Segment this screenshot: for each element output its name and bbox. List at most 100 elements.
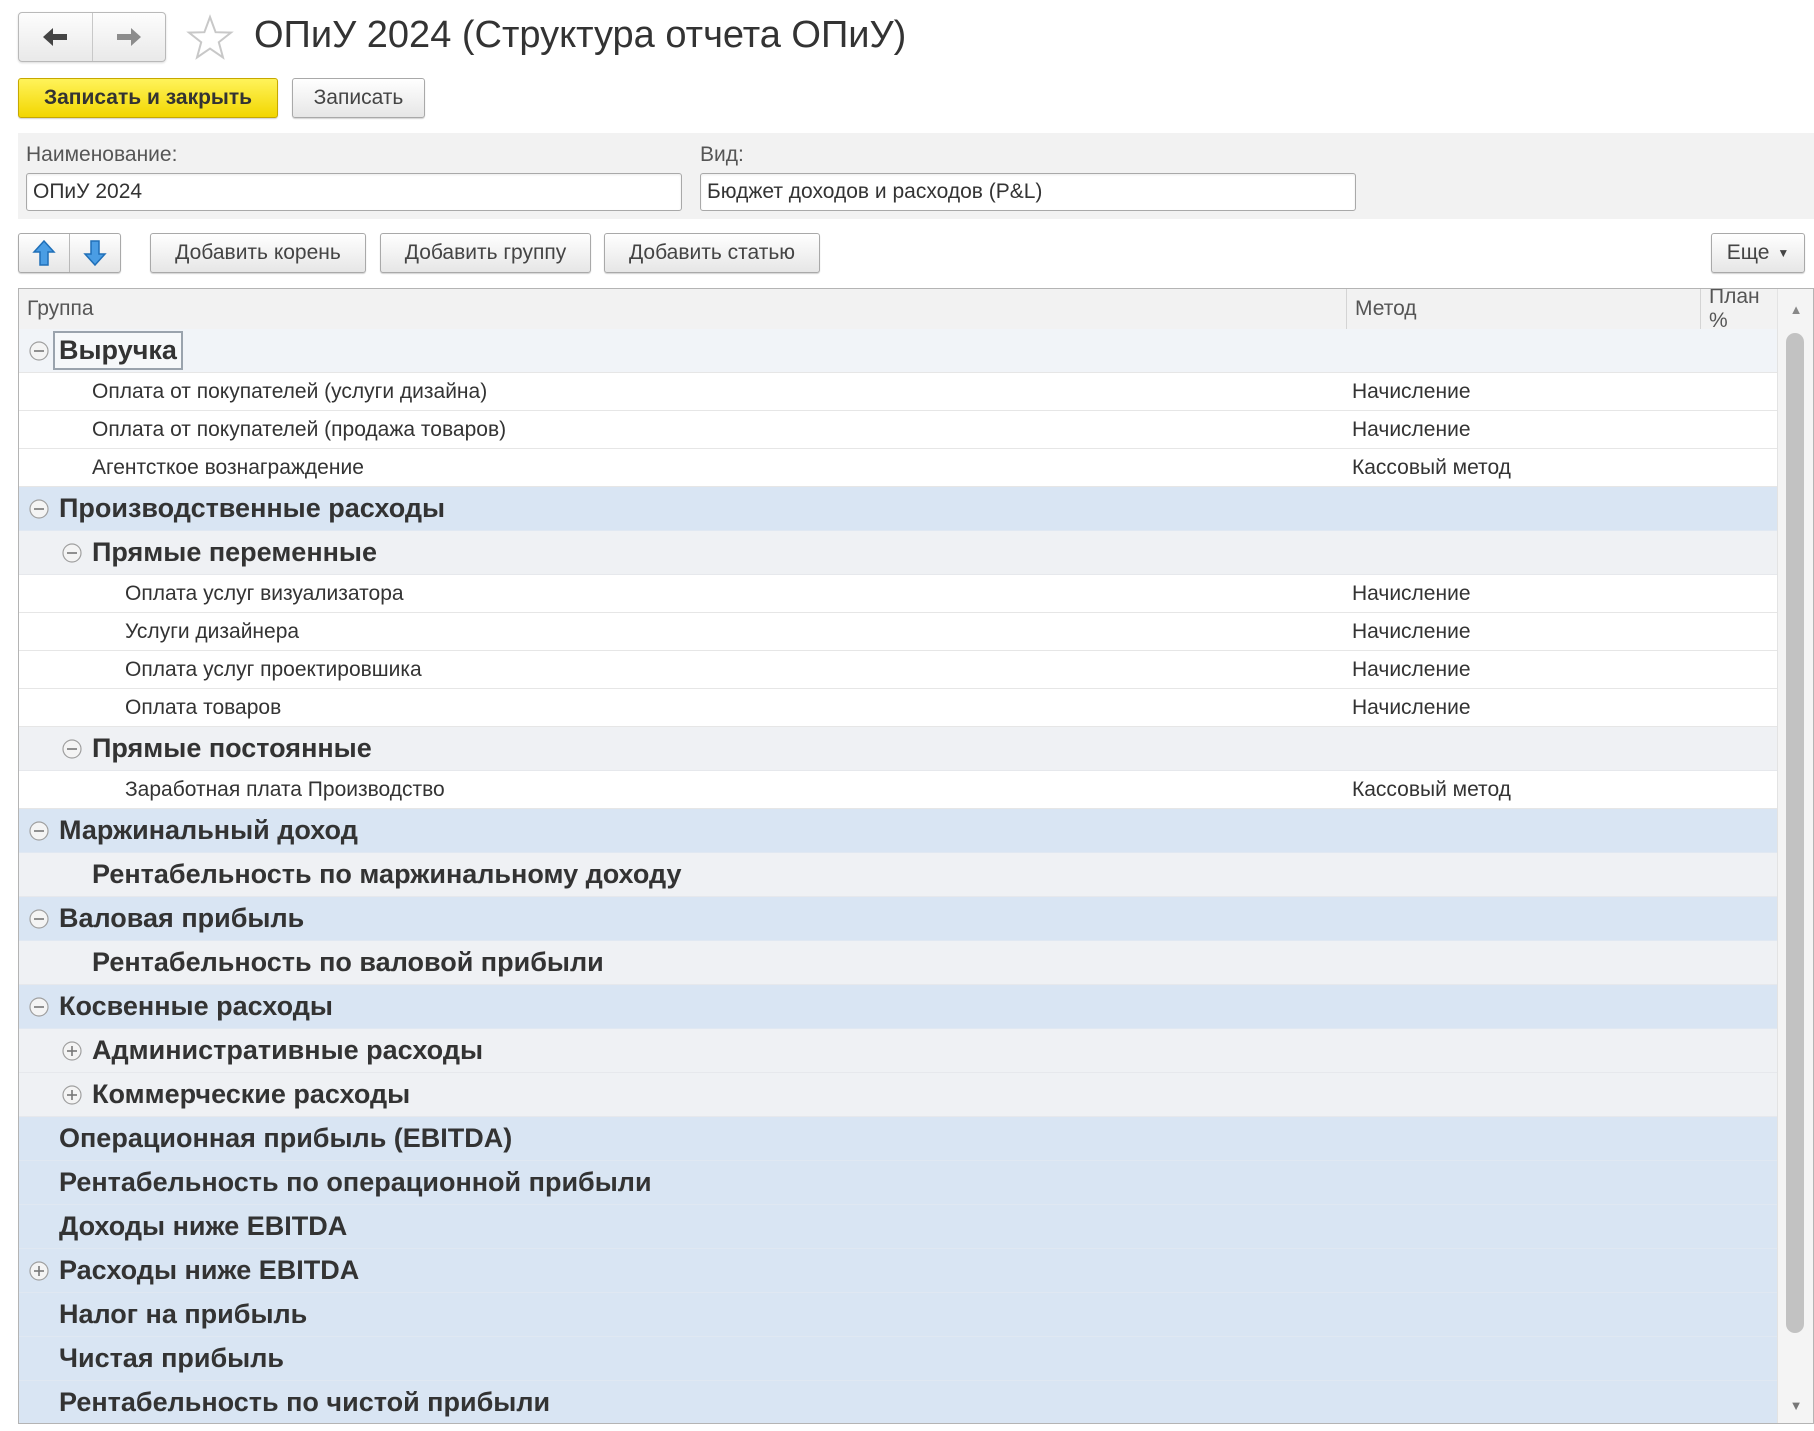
row-name-text: Коммерческие расходы bbox=[92, 1079, 411, 1109]
row-name-text: Оплата услуг проектировшика bbox=[125, 657, 422, 681]
table-group-row[interactable]: Операционная прибыль (EBITDA) bbox=[19, 1117, 1777, 1161]
add-group-button[interactable]: Добавить группу bbox=[380, 233, 591, 273]
collapse-icon[interactable] bbox=[28, 820, 50, 842]
row-name: Прямые постоянные bbox=[92, 727, 372, 770]
table-group-row[interactable]: Коммерческие расходы bbox=[19, 1073, 1777, 1117]
save-button[interactable]: Записать bbox=[292, 78, 425, 118]
collapse-icon[interactable] bbox=[28, 340, 50, 362]
table-group-row[interactable]: Прямые постоянные bbox=[19, 727, 1777, 771]
vertical-scrollbar[interactable]: ▲ ▼ bbox=[1777, 289, 1813, 1423]
row-name: Оплата товаров bbox=[125, 689, 281, 726]
more-menu-button[interactable]: Еще ▼ bbox=[1711, 233, 1805, 273]
collapse-icon[interactable] bbox=[61, 542, 83, 564]
kind-field[interactable]: Бюджет доходов и расходов (P&L) bbox=[700, 173, 1356, 211]
table-group-row[interactable]: Налог на прибыль bbox=[19, 1293, 1777, 1337]
chevron-down-icon: ▼ bbox=[1777, 246, 1790, 260]
table-group-row[interactable]: Рентабельность по операционной прибыли bbox=[19, 1161, 1777, 1205]
header-fields-panel: Наименование: ОПиУ 2024 Вид: Бюджет дохо… bbox=[18, 133, 1814, 219]
column-header-plan[interactable]: План % bbox=[1700, 289, 1777, 332]
move-up-button[interactable] bbox=[19, 234, 69, 272]
row-method: Начисление bbox=[1352, 379, 1471, 403]
collapse-icon[interactable] bbox=[28, 498, 50, 520]
column-header-group[interactable]: Группа bbox=[19, 289, 1346, 329]
table-group-row[interactable]: Производственные расходы bbox=[19, 487, 1777, 531]
row-name-text: Заработная плата Производство bbox=[125, 777, 445, 801]
scroll-down-icon[interactable]: ▼ bbox=[1778, 1395, 1813, 1415]
row-name-text: Оплата услуг визуализатора bbox=[125, 581, 404, 605]
expand-icon[interactable] bbox=[61, 1084, 83, 1106]
table-group-row[interactable]: Административные расходы bbox=[19, 1029, 1777, 1073]
collapse-icon[interactable] bbox=[28, 996, 50, 1018]
table-row[interactable]: Заработная плата Производство Кассовый ме… bbox=[19, 771, 1777, 809]
row-name: Операционная прибыль (EBITDA) bbox=[59, 1117, 512, 1160]
row-method: Начисление bbox=[1352, 619, 1471, 643]
row-name: Оплата от покупателей (продажа товаров) bbox=[92, 411, 506, 448]
table-group-row[interactable]: Рентабельность по валовой прибыли bbox=[19, 941, 1777, 985]
table-group-row[interactable]: Валовая прибыль bbox=[19, 897, 1777, 941]
row-name: Налог на прибыль bbox=[59, 1293, 307, 1336]
row-method: Начисление bbox=[1352, 695, 1471, 719]
table-row[interactable]: Оплата от покупателей (продажа товаров) Н… bbox=[19, 411, 1777, 449]
row-method: Начисление bbox=[1352, 657, 1471, 681]
move-down-button[interactable] bbox=[69, 234, 120, 272]
row-name: Прямые переменные bbox=[92, 531, 377, 574]
table-group-row[interactable]: Прямые переменные bbox=[19, 531, 1777, 575]
expand-icon[interactable] bbox=[28, 1260, 50, 1282]
table-row[interactable]: Услуги дизайнера Начисление bbox=[19, 613, 1777, 651]
row-name-text: Расходы ниже EBITDA bbox=[59, 1255, 360, 1285]
row-name-text: Валовая прибыль bbox=[59, 903, 305, 933]
row-name: Рентабельность по маржинальному доходу bbox=[92, 853, 682, 896]
row-name-text: Рентабельность по чистой прибыли bbox=[59, 1387, 551, 1417]
row-name: Валовая прибыль bbox=[59, 897, 304, 940]
structure-table: Группа Метод План % Выручка Оплата от пок… bbox=[18, 288, 1814, 1424]
collapse-icon[interactable] bbox=[61, 738, 83, 760]
row-method: Начисление bbox=[1352, 581, 1471, 605]
row-name-text: Рентабельность по маржинальному доходу bbox=[92, 859, 682, 889]
table-row[interactable]: Оплата товаров Начисление bbox=[19, 689, 1777, 727]
table-group-row[interactable]: Чистая прибыль bbox=[19, 1337, 1777, 1381]
row-name: Оплата услуг проектировшика bbox=[125, 651, 422, 688]
more-label: Еще bbox=[1726, 241, 1770, 264]
expand-icon[interactable] bbox=[61, 1040, 83, 1062]
row-name: Заработная плата Производство bbox=[125, 771, 445, 808]
page-title: ОПиУ 2024 (Структура отчета ОПиУ) bbox=[254, 14, 907, 56]
row-name: Производственные расходы bbox=[59, 487, 445, 530]
scroll-thumb[interactable] bbox=[1786, 333, 1804, 1333]
table-group-row[interactable]: Рентабельность по маржинальному доходу bbox=[19, 853, 1777, 897]
row-name: Коммерческие расходы bbox=[92, 1073, 410, 1116]
name-field[interactable]: ОПиУ 2024 bbox=[26, 173, 682, 211]
table-row[interactable]: Оплата услуг визуализатора Начисление bbox=[19, 575, 1777, 613]
row-name: Косвенные расходы bbox=[59, 985, 333, 1028]
row-name: Выручка bbox=[53, 329, 183, 372]
row-name-text: Налог на прибыль bbox=[59, 1299, 308, 1329]
row-name-text: Административные расходы bbox=[92, 1035, 484, 1065]
table-row[interactable]: Оплата от покупателей (услуги дизайна) На… bbox=[19, 373, 1777, 411]
save-and-close-button[interactable]: Записать и закрыть bbox=[18, 78, 278, 118]
scroll-up-icon[interactable]: ▲ bbox=[1778, 299, 1813, 319]
row-name: Рентабельность по валовой прибыли bbox=[92, 941, 604, 984]
navigation-buttons bbox=[18, 12, 166, 62]
table-body: Выручка Оплата от покупателей (услуги диз… bbox=[19, 329, 1777, 1423]
back-button[interactable] bbox=[19, 13, 92, 61]
table-group-row[interactable]: Маржинальный доход bbox=[19, 809, 1777, 853]
row-method: Кассовый метод bbox=[1352, 455, 1511, 479]
table-row[interactable]: Оплата услуг проектировшика Начисление bbox=[19, 651, 1777, 689]
forward-button[interactable] bbox=[91, 13, 166, 61]
table-group-row[interactable]: Выручка bbox=[19, 329, 1777, 373]
row-name: Маржинальный доход bbox=[59, 809, 358, 852]
kind-label: Вид: bbox=[700, 143, 744, 166]
table-group-row[interactable]: Косвенные расходы bbox=[19, 985, 1777, 1029]
row-method: Начисление bbox=[1352, 417, 1471, 441]
column-header-method[interactable]: Метод bbox=[1346, 289, 1700, 329]
row-name-text: Косвенные расходы bbox=[59, 991, 333, 1021]
collapse-icon[interactable] bbox=[28, 908, 50, 930]
table-row[interactable]: Агентсткое вознаграждение Кассовый метод bbox=[19, 449, 1777, 487]
name-label: Наименование: bbox=[26, 143, 178, 166]
table-group-row[interactable]: Расходы ниже EBITDA bbox=[19, 1249, 1777, 1293]
star-icon[interactable] bbox=[186, 14, 234, 62]
table-group-row[interactable]: Рентабельность по чистой прибыли bbox=[19, 1381, 1777, 1423]
add-root-button[interactable]: Добавить корень bbox=[150, 233, 366, 273]
table-group-row[interactable]: Доходы ниже EBITDA bbox=[19, 1205, 1777, 1249]
add-item-button[interactable]: Добавить статью bbox=[604, 233, 820, 273]
row-name-text: Оплата от покупателей (продажа товаров) bbox=[92, 417, 507, 441]
